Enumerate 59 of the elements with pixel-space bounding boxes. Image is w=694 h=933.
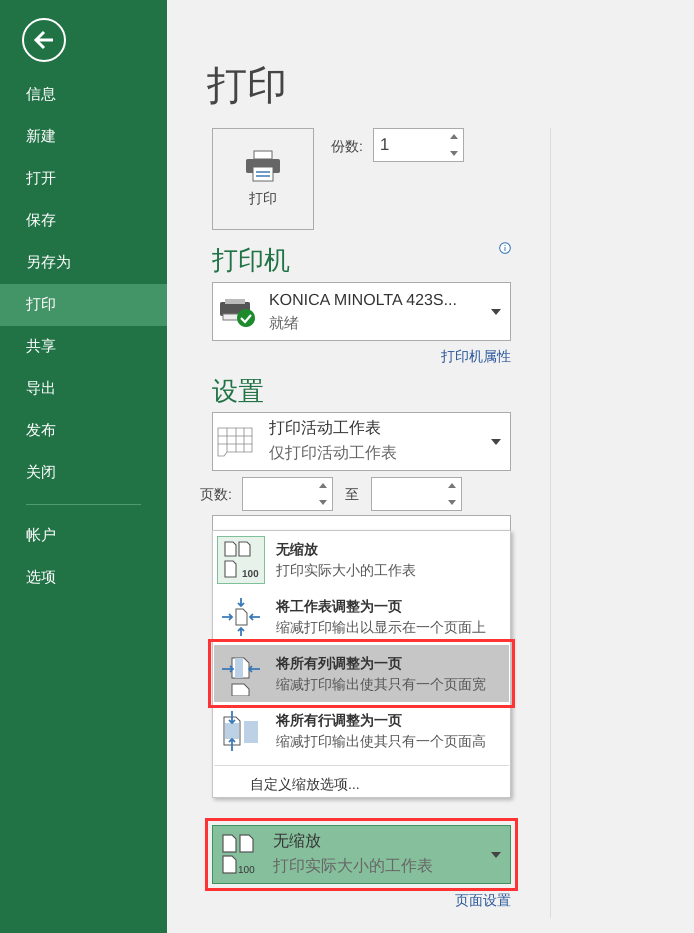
custom-scaling-link[interactable]: 自定义缩放选项... [250, 775, 510, 793]
sheet-grid-icon [217, 426, 253, 456]
nav-item[interactable]: 打开 [0, 158, 167, 200]
nav-item[interactable]: 关闭 [0, 452, 167, 494]
dropdown-caret-icon [491, 308, 501, 314]
nav-item[interactable]: 发布 [0, 410, 167, 452]
section-heading: 设置 [212, 375, 265, 407]
nav-item[interactable]: 保存 [0, 200, 167, 242]
pages-label: 页数: [200, 484, 232, 504]
page-from-spinner[interactable] [242, 477, 333, 511]
scale-percent: 100 [238, 864, 255, 876]
scaling-dropdown[interactable]: 100 无缩放 打印实际大小的工作表 [212, 825, 511, 884]
back-arrow-icon [33, 30, 55, 50]
menu-item-description: 缩减打印输出使其只有一个页面宽 [276, 675, 486, 693]
menu-item-title: 无缩放 [276, 540, 319, 558]
spinner-arrows-icon[interactable] [448, 133, 459, 157]
printer-icon [245, 150, 281, 182]
nav-item[interactable]: 共享 [0, 326, 167, 368]
menu-item[interactable]: 100 无缩放 打印实际大小的工作表 [214, 531, 509, 588]
nav-item[interactable]: 选项 [0, 557, 167, 599]
page-to-spinner[interactable] [370, 477, 462, 511]
menu-item-title: 将工作表调整为一页 [276, 597, 403, 615]
menu-item-title: 将所有行调整为一页 [276, 711, 403, 729]
dropdown-caret-icon [491, 438, 501, 444]
to-label: 至 [344, 484, 359, 504]
scale-percent: 100 [242, 568, 259, 580]
page-title: 打印 [207, 63, 288, 110]
nav-item[interactable]: 新建 [0, 116, 167, 158]
section-heading: 打印机 [212, 244, 290, 276]
copies-label: 份数: [331, 137, 363, 154]
dropdown-title: 打印活动工作表 [269, 418, 382, 439]
dropdown-title: 无缩放 [273, 832, 322, 852]
copies-spinner[interactable]: 1 [372, 128, 464, 162]
menu-item[interactable]: 将工作表调整为一页 缩减打印输出以显示在一个页面上 [214, 588, 509, 645]
print-what-dropdown[interactable]: 打印活动工作表 仅打印活动工作表 [212, 412, 511, 471]
dropdown-subtitle: 打印实际大小的工作表 [273, 856, 434, 877]
nav-item[interactable]: 另存为 [0, 242, 167, 284]
print-button[interactable]: 打印 [212, 128, 314, 230]
spinner-arrows-icon[interactable] [318, 482, 328, 506]
menu-item-title: 将所有列调整为一页 [276, 654, 403, 672]
printer-name: KONICA MINOLTA 423S... [269, 290, 458, 310]
nav-item[interactable]: 导出 [0, 368, 167, 410]
page-setup-link[interactable]: 页面设置 [455, 890, 511, 911]
menu-item[interactable]: 将所有行调整为一页 缩减打印输出使其只有一个页面高 [214, 702, 509, 759]
menu-item[interactable]: 将所有列调整为一页 缩减打印输出使其只有一个页面宽 [214, 645, 509, 702]
menu-item-description: 缩减打印输出使其只有一个页面高 [276, 732, 486, 750]
printer-properties-link[interactable]: 打印机属性 [441, 346, 511, 367]
nav-item[interactable]: 打印 [0, 284, 167, 326]
info-icon[interactable] [499, 242, 511, 254]
menu-item-description: 打印实际大小的工作表 [276, 561, 416, 579]
nav-item[interactable]: 帐户 [0, 515, 167, 557]
spinner-arrows-icon[interactable] [446, 482, 457, 506]
dropdown-subtitle: 仅打印活动工作表 [269, 444, 398, 464]
printer-status: 就绪 [269, 314, 300, 334]
menu-item-description: 缩减打印输出以显示在一个页面上 [276, 618, 486, 636]
dropdown-caret-icon [491, 852, 501, 858]
nav-item[interactable]: 信息 [0, 74, 167, 116]
printer-dropdown[interactable]: KONICA MINOLTA 423S... 就绪 [212, 282, 511, 341]
back-button[interactable] [22, 18, 66, 62]
